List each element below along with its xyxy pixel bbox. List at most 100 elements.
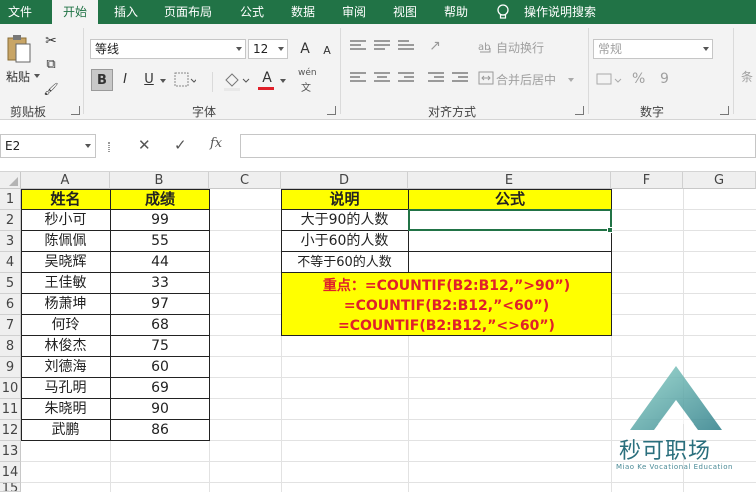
row-header[interactable]: 1 [0,189,21,210]
cell-name[interactable]: 陈佩佩 [21,231,110,252]
increase-indent-icon[interactable] [452,72,468,84]
formula-bar-grip[interactable] [108,142,110,152]
cell-name[interactable]: 杨萧坤 [21,294,110,315]
row-header[interactable]: 12 [0,420,21,441]
row-header[interactable]: 13 [0,441,21,462]
font-size-combo[interactable]: 12 [248,39,288,59]
cell-formula[interactable] [408,252,612,273]
cell-score[interactable]: 60 [110,357,210,378]
cell-name[interactable]: 武鹏 [21,420,110,441]
font-launcher-icon[interactable] [327,106,336,115]
format-painter-icon[interactable]: 🖌 [40,78,62,100]
column-header-b[interactable]: B [110,172,209,189]
tab-insert[interactable]: 插入 [106,0,146,24]
fill-color-icon[interactable] [222,70,250,92]
row-header[interactable]: 10 [0,378,21,399]
tab-data[interactable]: 数据 [283,0,323,24]
cell-score[interactable]: 55 [110,231,210,252]
row-header[interactable]: 9 [0,357,21,378]
font-color-button[interactable]: A [256,67,278,89]
cell-description[interactable]: 不等于60的人数 [281,252,408,273]
column-header-a[interactable]: A [21,172,110,189]
font-color-dropdown-arrow[interactable] [280,79,286,83]
wrap-text-icon[interactable]: ab [478,38,494,54]
currency-icon[interactable] [596,71,622,89]
alignment-launcher-icon[interactable] [575,106,584,115]
tab-page-layout[interactable]: 页面布局 [156,0,220,24]
row-header[interactable]: 15 [0,483,21,492]
cell-description[interactable]: 小于60的人数 [281,231,408,252]
styles-group-partial[interactable]: 条 [741,68,753,85]
column-header-d[interactable]: D [281,172,408,189]
cell-d1[interactable]: 说明 [281,189,408,210]
cell-name[interactable]: 朱晓明 [21,399,110,420]
row-header[interactable]: 8 [0,336,21,357]
tell-me-search[interactable]: 操作说明搜索 [518,0,602,24]
cell-score[interactable]: 90 [110,399,210,420]
align-left-icon[interactable] [350,72,366,84]
align-right-icon[interactable] [398,72,414,84]
tab-file[interactable]: 文件 [0,0,40,24]
cut-icon[interactable]: ✂ [40,30,62,52]
percent-style-button[interactable]: % [632,71,645,87]
cell-score[interactable]: 69 [110,378,210,399]
row-header[interactable]: 7 [0,315,21,336]
align-bottom-icon[interactable] [398,40,414,52]
merge-dropdown-arrow[interactable] [568,78,574,82]
copy-icon[interactable]: ⧉ [40,54,62,76]
number-format-combo[interactable]: 常规 [593,39,713,59]
cancel-entry-icon[interactable]: ✕ [138,136,151,154]
row-header[interactable]: 5 [0,273,21,294]
column-header-g[interactable]: G [683,172,756,189]
cell-score[interactable]: 99 [110,210,210,231]
cell-name[interactable]: 何玲 [21,315,110,336]
name-box[interactable]: E2 [0,134,96,158]
shrink-font-button[interactable]: A [316,40,338,62]
column-header-f[interactable]: F [611,172,683,189]
row-header[interactable]: 6 [0,294,21,315]
column-header-e[interactable]: E [408,172,611,189]
row-header[interactable]: 3 [0,231,21,252]
bold-button[interactable]: B [91,69,113,91]
merge-center-icon[interactable] [478,70,494,86]
cell-score[interactable]: 68 [110,315,210,336]
align-top-icon[interactable] [350,40,366,52]
tab-review[interactable]: 审阅 [334,0,374,24]
cell-e1[interactable]: 公式 [408,189,612,210]
select-all-corner[interactable] [0,172,21,189]
column-header-c[interactable]: C [209,172,281,189]
cell-score[interactable]: 75 [110,336,210,357]
align-middle-icon[interactable] [374,40,390,52]
enter-entry-icon[interactable]: ✓ [174,136,187,154]
cell-name[interactable]: 林俊杰 [21,336,110,357]
font-name-combo[interactable]: 等线 [90,39,246,59]
paste-icon[interactable] [6,34,32,64]
cell-score[interactable]: 97 [110,294,210,315]
wrap-text-button[interactable]: 自动换行 [496,39,544,56]
cell-score[interactable]: 44 [110,252,210,273]
cell-score[interactable]: 33 [110,273,210,294]
borders-icon[interactable] [174,72,196,88]
paste-button[interactable]: 粘贴 [6,68,30,85]
insert-function-icon[interactable]: fx [210,136,222,151]
row-header[interactable]: 2 [0,210,21,231]
row-header[interactable]: 4 [0,252,21,273]
cell-b1[interactable]: 成绩 [110,189,210,210]
clipboard-launcher-icon[interactable] [71,106,80,115]
cell-a1[interactable]: 姓名 [21,189,110,210]
cell-name[interactable]: 王佳敏 [21,273,110,294]
tab-view[interactable]: 视图 [385,0,425,24]
decrease-indent-icon[interactable] [428,72,444,84]
merge-center-button[interactable]: 合并后居中 [496,71,556,88]
tab-home[interactable]: 开始 [52,0,98,24]
active-cell-selection[interactable] [408,209,612,231]
comma-style-button[interactable]: 9 [660,71,669,87]
orientation-icon[interactable]: ↗ [424,35,446,57]
underline-button[interactable]: U [138,69,160,91]
row-header[interactable]: 14 [0,462,21,483]
cell-name[interactable]: 刘德海 [21,357,110,378]
formula-input[interactable] [240,134,756,158]
cell-name[interactable]: 秒小可 [21,210,110,231]
cell-name[interactable]: 吴晓辉 [21,252,110,273]
cell-name[interactable]: 马孔明 [21,378,110,399]
